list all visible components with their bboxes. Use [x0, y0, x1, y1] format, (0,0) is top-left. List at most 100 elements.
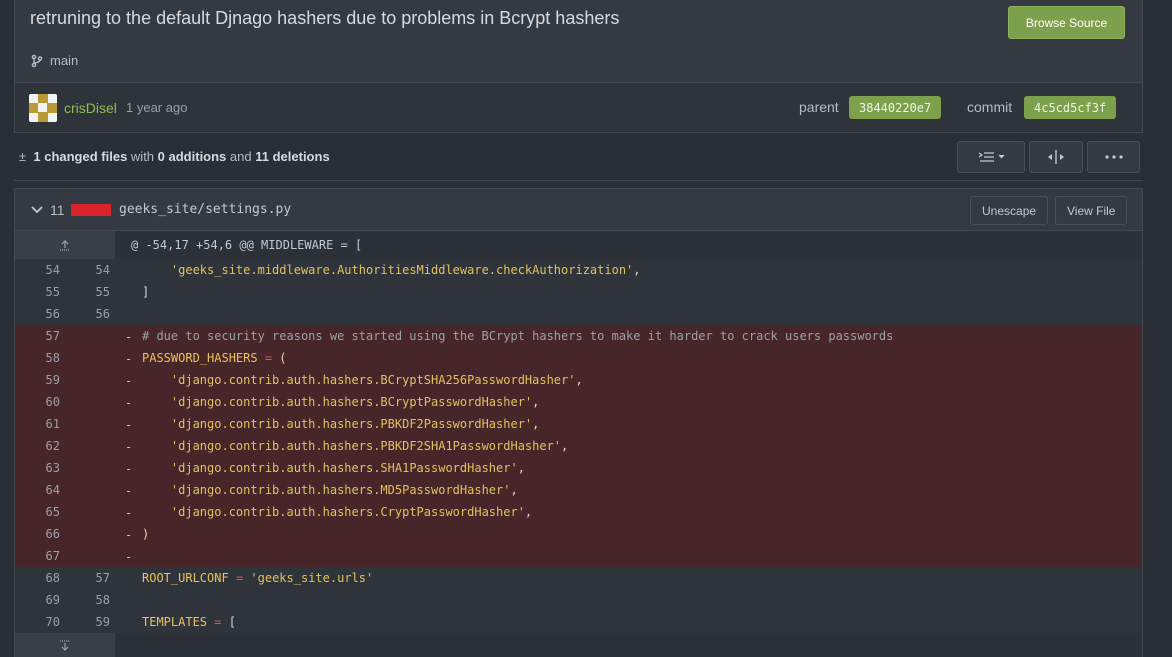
- old-line-number[interactable]: 56: [30, 307, 60, 321]
- old-line-number[interactable]: 69: [30, 593, 60, 607]
- context-line: 69 58: [15, 589, 1142, 611]
- old-line-number[interactable]: 54: [30, 263, 60, 277]
- deletions-count: 11 deletions: [255, 149, 330, 164]
- old-line-number[interactable]: 60: [30, 395, 60, 409]
- old-line-number[interactable]: 55: [30, 285, 60, 299]
- more-options-button[interactable]: [1087, 141, 1140, 173]
- deleted-line: 57 - # due to security reasons we started …: [15, 325, 1142, 347]
- split-view-button[interactable]: [1029, 141, 1083, 173]
- file-diff: 11 geeks_site/settings.py Unescape View …: [14, 188, 1143, 657]
- deleted-line: 64 - 'django.contrib.auth.hashers.MD5Pass…: [15, 479, 1142, 501]
- old-line-number[interactable]: 57: [30, 329, 60, 343]
- expand-down-icon[interactable]: [15, 633, 115, 657]
- line-code: 'django.contrib.auth.hashers.BCryptPassw…: [170, 395, 540, 409]
- deleted-line: 62 - 'django.contrib.auth.hashers.PBKDF2S…: [15, 435, 1142, 457]
- commit-header: retruning to the default Djnago hashers …: [14, 0, 1143, 83]
- line-sign: -: [125, 528, 133, 542]
- line-sign: -: [125, 440, 133, 454]
- line-sign: -: [125, 506, 133, 520]
- changed-files-count: 1 changed files: [33, 149, 128, 164]
- old-line-number[interactable]: 62: [30, 439, 60, 453]
- deleted-line: 61 - 'django.contrib.auth.hashers.PBKDF2P…: [15, 413, 1142, 435]
- unescape-button[interactable]: Unescape: [970, 196, 1049, 225]
- chevron-down-icon[interactable]: [31, 203, 43, 217]
- deleted-line: 63 - 'django.contrib.auth.hashers.SHA1Pas…: [15, 457, 1142, 479]
- old-line-number[interactable]: 58: [30, 351, 60, 365]
- hunk-header-text: @ -54,17 +54,6 @@ MIDDLEWARE = [: [131, 238, 363, 252]
- new-line-number[interactable]: 56: [80, 307, 110, 321]
- file-path: geeks_site/settings.py: [119, 202, 292, 217]
- old-line-number[interactable]: 59: [30, 373, 60, 387]
- old-line-number[interactable]: 65: [30, 505, 60, 519]
- line-sign: -: [125, 418, 133, 432]
- old-line-number[interactable]: 61: [30, 417, 60, 431]
- more-icon: [1104, 155, 1123, 159]
- list-view-icon: [978, 152, 1004, 162]
- old-line-number[interactable]: 66: [30, 527, 60, 541]
- branch-icon: [31, 54, 43, 67]
- branch-name: main: [50, 53, 79, 68]
- view-file-button[interactable]: View File: [1055, 196, 1128, 225]
- line-sign: -: [125, 484, 133, 498]
- line-sign: -: [125, 374, 133, 388]
- branch-indicator[interactable]: main: [30, 53, 78, 68]
- deleted-line: 59 - 'django.contrib.auth.hashers.BCryptS…: [15, 369, 1142, 391]
- old-line-number[interactable]: 67: [30, 549, 60, 563]
- old-line-number[interactable]: 70: [30, 615, 60, 629]
- browse-source-button[interactable]: Browse Source: [1008, 6, 1125, 39]
- context-line: 56 56: [15, 303, 1142, 325]
- summary-text: ± 1 changed files with 0 additions and 1…: [19, 149, 330, 164]
- line-code: # due to security reasons we started usi…: [142, 329, 894, 343]
- expand-up-icon[interactable]: [15, 231, 115, 259]
- additions-count: 0 additions: [157, 149, 227, 164]
- line-code: 'django.contrib.auth.hashers.PBKDF2Passw…: [170, 417, 540, 431]
- line-code: ): [142, 527, 150, 541]
- line-code: 'django.contrib.auth.hashers.PBKDF2SHA1P…: [170, 439, 569, 453]
- deleted-line: 65 - 'django.contrib.auth.hashers.CryptPa…: [15, 501, 1142, 523]
- deleted-line: 58 - PASSWORD_HASHERS = (: [15, 347, 1142, 369]
- commit-time: 1 year ago: [126, 100, 188, 115]
- line-code: 'django.contrib.auth.hashers.BCryptSHA25…: [170, 373, 583, 387]
- expand-bottom: [15, 633, 1142, 657]
- parent-label: parent: [799, 99, 839, 115]
- line-code: ROOT_URLCONF = 'geeks_site.urls': [142, 571, 374, 585]
- line-code: 'django.contrib.auth.hashers.SHA1Passwor…: [170, 461, 525, 475]
- hunk-header: @ -54,17 +54,6 @@ MIDDLEWARE = [: [15, 231, 1142, 259]
- line-code: 'geeks_site.middleware.AuthoritiesMiddle…: [170, 263, 641, 277]
- deleted-line: 60 - 'django.contrib.auth.hashers.BCryptP…: [15, 391, 1142, 413]
- diff-lines: 54 54 'geeks_site.middleware.AuthoritiesM…: [15, 259, 1142, 633]
- summary-with: with: [130, 149, 155, 164]
- file-header: 11 geeks_site/settings.py Unescape View …: [15, 189, 1142, 231]
- new-line-number[interactable]: 58: [80, 593, 110, 607]
- split-view-icon: [1048, 150, 1064, 164]
- old-line-number[interactable]: 68: [30, 571, 60, 585]
- deletion-bar: [71, 204, 111, 216]
- author-name[interactable]: crisDisel: [64, 100, 117, 116]
- new-line-number[interactable]: 55: [80, 285, 110, 299]
- commit-hash[interactable]: 4c5cd5cf3f: [1024, 96, 1117, 119]
- line-code: ]: [142, 285, 150, 299]
- line-sign: -: [125, 352, 133, 366]
- plusminus-icon: ±: [19, 149, 27, 164]
- new-line-number[interactable]: 54: [80, 263, 110, 277]
- file-deletion-count: 11: [50, 202, 65, 218]
- context-line: 68 57 ROOT_URLCONF = 'geeks_site.urls': [15, 567, 1142, 589]
- context-line: 70 59 TEMPLATES = [: [15, 611, 1142, 633]
- old-line-number[interactable]: 63: [30, 461, 60, 475]
- deleted-line: 66 -): [15, 523, 1142, 545]
- line-code: TEMPLATES = [: [142, 615, 236, 629]
- new-line-number[interactable]: 59: [80, 615, 110, 629]
- view-mode-dropdown[interactable]: [957, 141, 1025, 173]
- avatar[interactable]: [29, 94, 57, 122]
- line-code: 'django.contrib.auth.hashers.CryptPasswo…: [170, 505, 533, 519]
- line-code: PASSWORD_HASHERS = (: [142, 351, 287, 365]
- new-line-number[interactable]: 57: [80, 571, 110, 585]
- commit-label: commit: [967, 99, 1013, 115]
- line-sign: -: [125, 330, 133, 344]
- parent-hash[interactable]: 38440220e7: [849, 96, 942, 119]
- old-line-number[interactable]: 64: [30, 483, 60, 497]
- deleted-line: 67 -: [15, 545, 1142, 567]
- diff-summary: ± 1 changed files with 0 additions and 1…: [14, 133, 1143, 181]
- context-line: 54 54 'geeks_site.middleware.AuthoritiesM…: [15, 259, 1142, 281]
- line-sign: -: [125, 396, 133, 410]
